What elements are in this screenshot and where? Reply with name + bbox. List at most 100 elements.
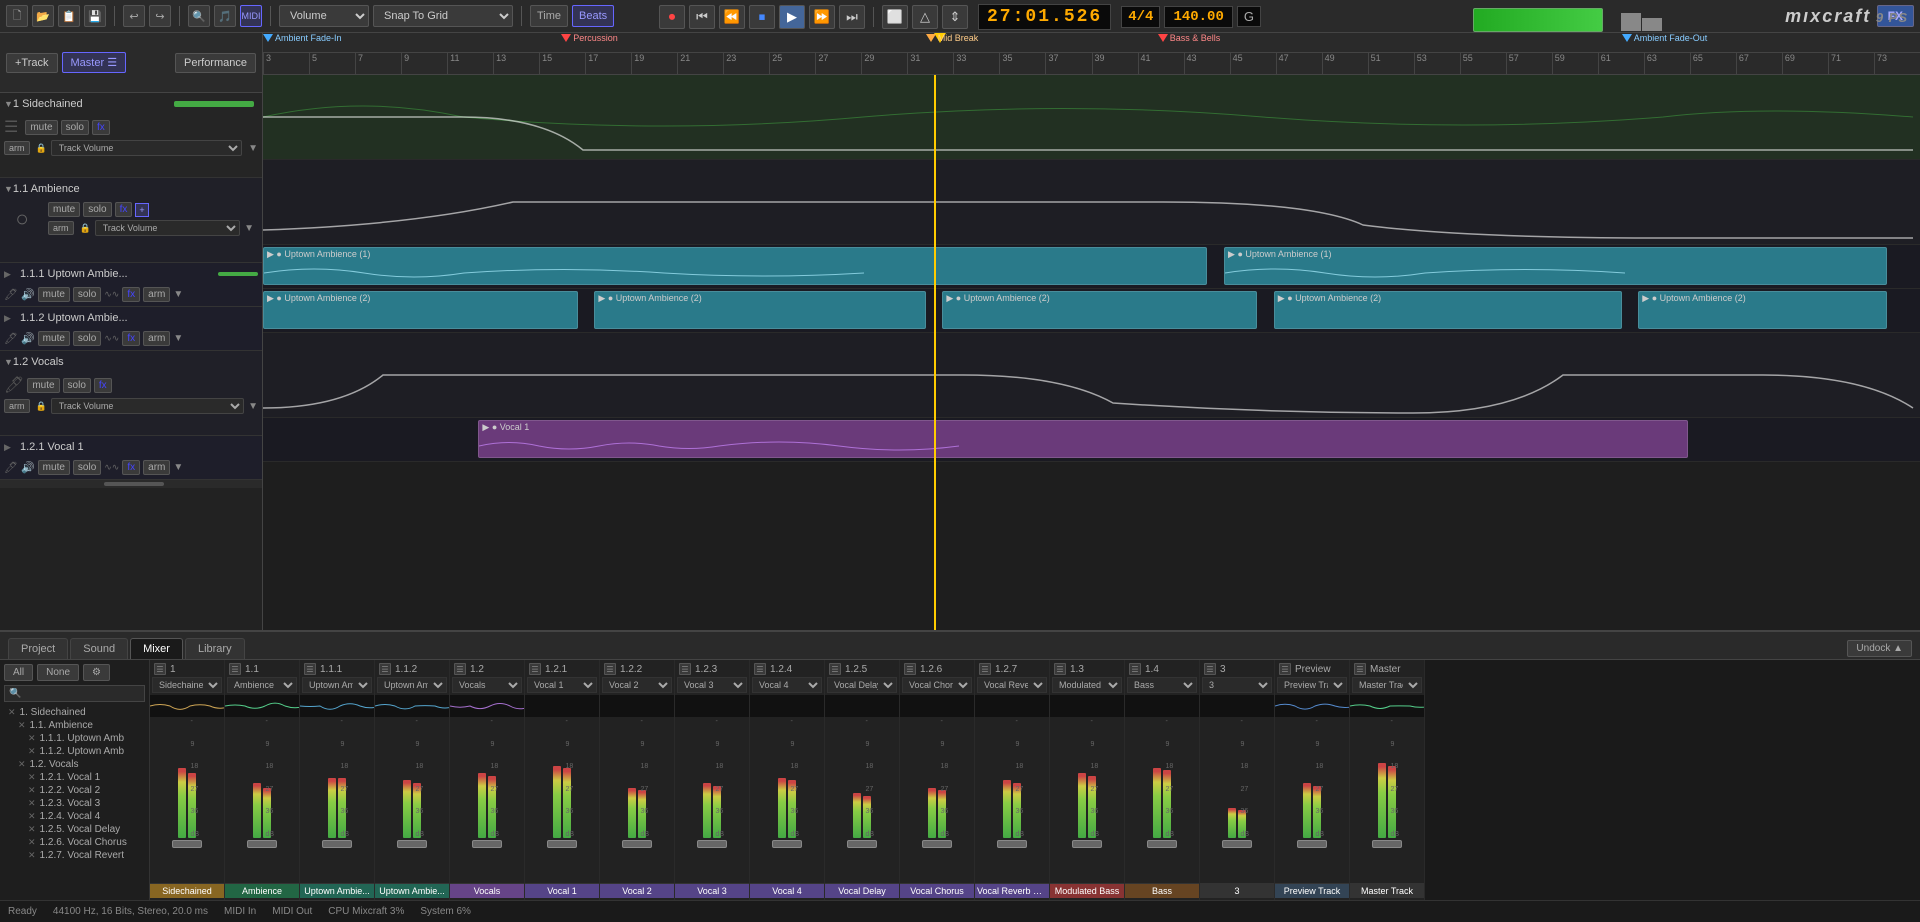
- ch-name-select-16[interactable]: Master Track: [1352, 677, 1422, 693]
- tree-item-1.1.1.-uptown-amb[interactable]: ✕1.1.1. Uptown Amb: [4, 732, 145, 745]
- track-1-expand[interactable]: ▼: [4, 99, 13, 109]
- ch-icon-13[interactable]: ☰: [1129, 663, 1141, 675]
- ch-name-select-11[interactable]: Vocal Reverb Wash: [977, 677, 1047, 693]
- tab-library[interactable]: Library: [185, 638, 245, 659]
- clip-uptown-1-b[interactable]: ▶ ● Uptown Ambience (1): [1224, 247, 1887, 285]
- clip-uptown2-d[interactable]: ▶ ● Uptown Ambience (2): [1274, 291, 1622, 329]
- ch-name-select-3[interactable]: Uptown Ambie...: [377, 677, 447, 693]
- ch-icon-1[interactable]: ☰: [229, 663, 241, 675]
- track-1-1-mute[interactable]: mute: [48, 202, 80, 217]
- track-1-mute[interactable]: mute: [25, 120, 57, 135]
- master-button[interactable]: Master ☰: [62, 52, 127, 73]
- key-display[interactable]: G: [1237, 6, 1261, 27]
- redo-button[interactable]: ↪: [149, 5, 171, 27]
- track-1-1-1-arm[interactable]: arm: [143, 287, 170, 302]
- track-1-2-fx[interactable]: fx: [94, 378, 112, 393]
- performance-button[interactable]: Performance: [175, 53, 256, 73]
- loop-button[interactable]: ⬜: [882, 5, 908, 29]
- browse-button[interactable]: 📋: [58, 5, 80, 27]
- ch-name-select-4[interactable]: Vocals: [452, 677, 522, 693]
- track-1-2-arm[interactable]: arm: [4, 399, 30, 413]
- ch-fader-0[interactable]: [172, 840, 202, 848]
- rewind-button[interactable]: ⏪: [719, 5, 745, 29]
- ch-name-select-15[interactable]: Preview Track: [1277, 677, 1347, 693]
- ch-icon-5[interactable]: ☰: [529, 663, 541, 675]
- tab-project[interactable]: Project: [8, 638, 68, 659]
- stop-button[interactable]: ⏹: [749, 5, 775, 29]
- search-button[interactable]: 🔍: [188, 5, 210, 27]
- ch-icon-3[interactable]: ☰: [379, 663, 391, 675]
- ch-icon-12[interactable]: ☰: [1054, 663, 1066, 675]
- add-track-button[interactable]: +Track: [6, 53, 58, 73]
- ch-fader-7[interactable]: [697, 840, 727, 848]
- track-1-vol-select[interactable]: Track Volume: [51, 140, 242, 156]
- ch-icon-14[interactable]: ☰: [1204, 663, 1216, 675]
- tree-item-1.1.2.-uptown-amb[interactable]: ✕1.1.2. Uptown Amb: [4, 745, 145, 758]
- track-1-1-add[interactable]: +: [135, 203, 148, 217]
- ch-icon-15[interactable]: ☰: [1279, 663, 1291, 675]
- track-1-1-1-solo[interactable]: solo: [73, 287, 101, 302]
- tree-item-1.1.-ambience[interactable]: ✕1.1. Ambience: [4, 719, 145, 732]
- ch-icon-16[interactable]: ☰: [1354, 663, 1366, 675]
- midi-button[interactable]: MIDI: [240, 5, 262, 27]
- open-button[interactable]: 📂: [32, 5, 54, 27]
- track-1-2-1-arm[interactable]: arm: [143, 460, 170, 475]
- beats-button[interactable]: Beats: [572, 5, 614, 27]
- ch-fader-12[interactable]: [1072, 840, 1102, 848]
- record-button[interactable]: ⏺: [659, 5, 685, 29]
- ch-name-select-7[interactable]: Vocal 3: [677, 677, 747, 693]
- undock-button[interactable]: Undock ▲: [1847, 640, 1912, 657]
- track-1-1-fx[interactable]: fx: [115, 202, 133, 217]
- tab-mixer[interactable]: Mixer: [130, 638, 183, 659]
- track-1-solo[interactable]: solo: [61, 120, 89, 135]
- ch-name-select-14[interactable]: 3: [1202, 677, 1272, 693]
- tree-item-1.2.3.-vocal-3[interactable]: ✕1.2.3. Vocal 3: [4, 797, 145, 810]
- track-1-1-1-fx[interactable]: fx: [122, 287, 140, 302]
- track-scroll-thumb[interactable]: [104, 482, 164, 486]
- ch-fader-3[interactable]: [397, 840, 427, 848]
- tree-item-1.2.-vocals[interactable]: ✕1.2. Vocals: [4, 758, 145, 771]
- track-1-2-expand[interactable]: ▼: [4, 357, 13, 367]
- volume-dropdown[interactable]: Volume: [279, 5, 369, 27]
- ch-name-select-12[interactable]: Modulated Bass: [1052, 677, 1122, 693]
- ch-icon-11[interactable]: ☰: [979, 663, 991, 675]
- track-1-2-mute[interactable]: mute: [27, 378, 59, 393]
- metronome-button[interactable]: 🎵: [214, 5, 236, 27]
- ch-fader-10[interactable]: [922, 840, 952, 848]
- ch-icon-2[interactable]: ☰: [304, 663, 316, 675]
- ch-name-select-6[interactable]: Vocal 2: [602, 677, 672, 693]
- tracks-scroll[interactable]: ▶ ● Uptown Ambience (1) ▶ ● Uptown Ambie…: [263, 75, 1920, 630]
- ch-icon-8[interactable]: ☰: [754, 663, 766, 675]
- tab-sound[interactable]: Sound: [70, 638, 128, 659]
- ch-icon-6[interactable]: ☰: [604, 663, 616, 675]
- track-1-1-vol-select[interactable]: Track Volume: [95, 220, 240, 236]
- track-1-arm[interactable]: arm: [4, 141, 30, 155]
- time-sig-display[interactable]: 4/4: [1121, 6, 1160, 28]
- track-scroll-bar[interactable]: [0, 480, 262, 488]
- track-1-1-2-arm[interactable]: arm: [143, 331, 170, 346]
- track-1-2-1-fx[interactable]: fx: [122, 460, 140, 475]
- track-1-1-solo[interactable]: solo: [83, 202, 111, 217]
- track-1-1-1-arrow[interactable]: ▼: [173, 289, 183, 300]
- bpm-display[interactable]: 140.00: [1164, 6, 1232, 28]
- ch-fader-1[interactable]: [247, 840, 277, 848]
- track-1-2-1-solo[interactable]: solo: [73, 460, 101, 475]
- ch-fader-9[interactable]: [847, 840, 877, 848]
- tree-item-1.-sidechained[interactable]: ✕1. Sidechained: [4, 706, 145, 719]
- track-1-1-expand[interactable]: ▼: [4, 184, 13, 194]
- tree-item-1.2.7.-vocal-revert[interactable]: ✕1.2.7. Vocal Revert: [4, 849, 145, 862]
- ch-icon-9[interactable]: ☰: [829, 663, 841, 675]
- track-1-2-solo[interactable]: solo: [63, 378, 91, 393]
- ch-fader-11[interactable]: [997, 840, 1027, 848]
- ch-fader-6[interactable]: [622, 840, 652, 848]
- snap-dropdown[interactable]: Snap To Grid To Grid Snap: [373, 5, 513, 27]
- fast-forward-button[interactable]: ⏩: [809, 5, 835, 29]
- play-button[interactable]: ▶: [779, 5, 805, 29]
- clip-uptown2-c[interactable]: ▶ ● Uptown Ambience (2): [942, 291, 1257, 329]
- ch-name-select-0[interactable]: Sidechained: [152, 677, 222, 693]
- ch-fader-13[interactable]: [1147, 840, 1177, 848]
- ch-fader-4[interactable]: [472, 840, 502, 848]
- ch-fader-2[interactable]: [322, 840, 352, 848]
- track-1-2-1-mute[interactable]: mute: [38, 460, 70, 475]
- track-1-1-2-fx[interactable]: fx: [122, 331, 140, 346]
